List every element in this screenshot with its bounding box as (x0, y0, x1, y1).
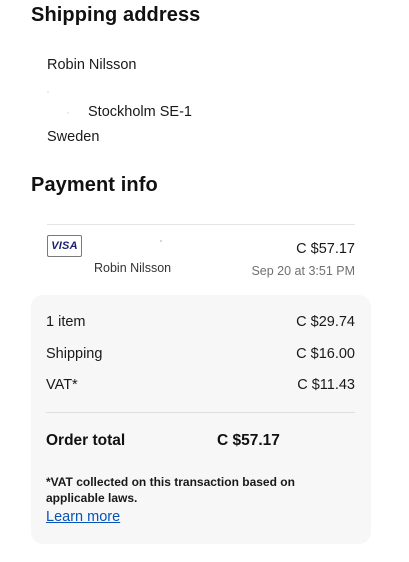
payment-amount: C $57.17 (296, 241, 355, 257)
redacted-address-prefix (67, 112, 69, 114)
order-total-label: Order total (46, 432, 126, 449)
payment-date: Sep 20 at 3:51 PM (251, 264, 355, 278)
payment-divider (47, 224, 355, 225)
items-label: 1 item (46, 314, 86, 330)
order-summary: 1 item C $29.74 Shipping C $16.00 VAT* C… (31, 295, 371, 544)
order-details-page: Shipping address Robin Nilsson Stockholm… (0, 0, 409, 562)
vat-label: VAT* (46, 377, 78, 393)
shipping-address-title: Shipping address (31, 4, 201, 26)
items-value: C $29.74 (296, 314, 355, 330)
shipping-cost-value: C $16.00 (296, 346, 355, 362)
redacted-card-number (160, 240, 162, 242)
shipping-city: Stockholm SE-1 (88, 104, 192, 120)
visa-card-icon: VISA (47, 235, 82, 257)
shipping-cost-label: Shipping (46, 346, 103, 362)
payment-info-title: Payment info (31, 174, 158, 196)
vat-value: C $11.43 (297, 377, 355, 393)
summary-divider (46, 412, 355, 413)
order-total-value: C $57.17 (217, 432, 280, 449)
shipping-name: Robin Nilsson (47, 57, 137, 73)
redacted-address-line (47, 91, 49, 93)
shipping-country: Sweden (47, 129, 100, 145)
learn-more-link[interactable]: Learn more (46, 509, 120, 525)
card-holder-name: Robin Nilsson (94, 261, 172, 275)
vat-note: *VAT collected on this transaction based… (46, 475, 295, 505)
